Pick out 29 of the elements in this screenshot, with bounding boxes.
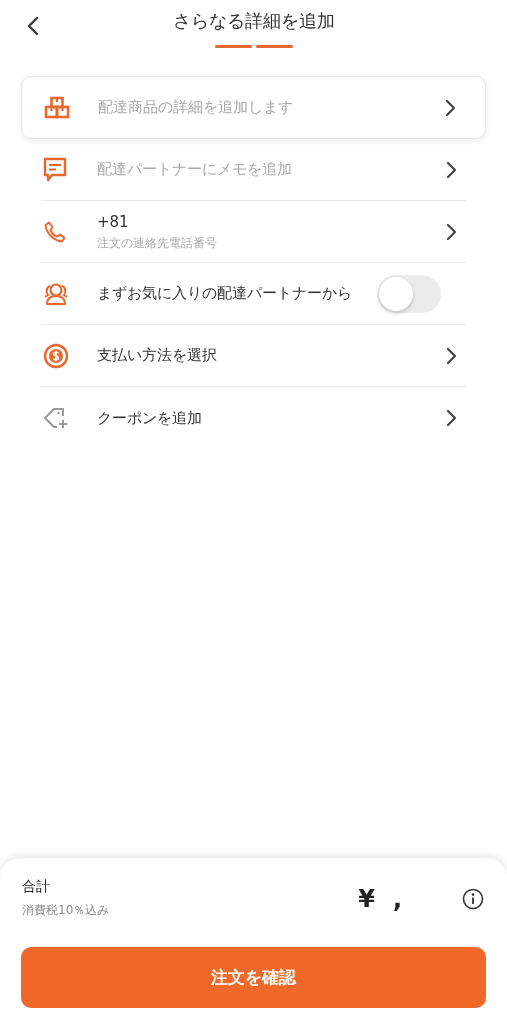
option-row[interactable]: 支払い方法を選択 (41, 325, 466, 387)
row-label: 配達パートナーにメモを追加 (97, 159, 293, 180)
dollar-icon (43, 342, 69, 369)
option-row[interactable]: クーポンを追加 (41, 387, 466, 449)
row-label: +81 (97, 212, 130, 233)
chevron-right-icon (446, 409, 458, 427)
chevron-right-icon (446, 346, 458, 365)
currency-symbol: ¥ (358, 884, 375, 913)
chevron-right-icon (445, 98, 457, 117)
note-icon (43, 156, 67, 183)
total-label: 合計 (22, 878, 51, 896)
row-label: 配達商品の詳細を追加します (98, 97, 294, 118)
row-label: まずお気に入りの配達パートナーから (97, 283, 353, 304)
page-title: さらなる詳細を追加 (172, 9, 335, 33)
option-row[interactable]: まずお気に入りの配達パートナーから (41, 263, 466, 325)
option-row[interactable]: +81 注文の連絡先電話番号 (41, 201, 466, 263)
phone-icon (43, 219, 67, 244)
people-icon (43, 281, 69, 306)
row-label: クーポンを追加 (97, 407, 203, 429)
info-icon[interactable] (462, 887, 484, 910)
row-subtitle: 注文の連絡先電話番号 (97, 235, 218, 251)
boxes-icon (44, 95, 70, 120)
total-amount: , (392, 884, 402, 913)
chevron-right-icon (446, 222, 458, 241)
chevron-right-icon (446, 160, 458, 179)
tag-icon (43, 406, 69, 430)
row-label: 支払い方法を選択 (97, 345, 218, 366)
toggle-switch[interactable] (377, 274, 441, 313)
tax-note: 消費税10％込み (22, 902, 111, 919)
